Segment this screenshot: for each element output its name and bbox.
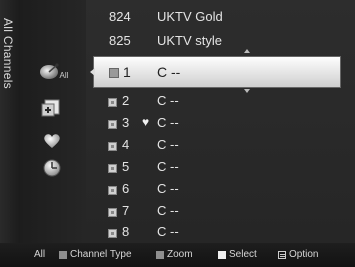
channel-number: 8 xyxy=(122,224,130,239)
channel-name: C -- xyxy=(157,115,179,130)
list-item[interactable]: 824 UKTV Gold xyxy=(86,7,355,29)
channel-number: 4 xyxy=(122,137,130,152)
channel-number: 6 xyxy=(122,181,130,196)
channel-type-icon xyxy=(108,164,117,173)
selected-channel-row[interactable]: 1 C -- xyxy=(93,56,341,88)
list-item[interactable]: 5 C -- xyxy=(86,157,355,179)
channel-name: C -- xyxy=(157,159,179,174)
channel-name: UKTV Gold xyxy=(157,9,223,24)
channel-number: 3 xyxy=(122,115,130,130)
channel-number: 7 xyxy=(122,203,130,218)
side-title: All Channels xyxy=(1,18,15,89)
bottom-help-bar: All Channel Type Zoom Select Option xyxy=(0,243,355,267)
list-item[interactable]: 2 C -- xyxy=(86,91,355,113)
zoom-hint[interactable]: Zoom xyxy=(156,249,193,260)
channel-type-icon xyxy=(108,142,117,151)
channel-number: 824 xyxy=(109,9,131,24)
clock-icon xyxy=(43,159,61,177)
all-mode-label: All xyxy=(59,70,69,80)
channel-type-icon xyxy=(108,98,117,107)
channel-name: C -- xyxy=(157,224,179,239)
gray-button-icon xyxy=(59,250,67,259)
channel-name: C -- xyxy=(157,93,179,108)
channel-list: 824 UKTV Gold 825 UKTV style 1 C -- 2 C … xyxy=(86,0,355,243)
select-button-icon xyxy=(218,250,226,259)
channel-type-icon xyxy=(108,186,117,195)
option-hint[interactable]: Option xyxy=(278,249,318,260)
all-channels-icon[interactable]: All xyxy=(28,58,78,84)
satellite-dish-icon xyxy=(39,63,59,79)
option-label: Option xyxy=(289,249,319,260)
list-item[interactable]: 8 C -- xyxy=(86,222,355,244)
channel-type-hint[interactable]: Channel Type xyxy=(59,249,132,260)
heart-icon xyxy=(44,134,60,148)
channel-number: 825 xyxy=(109,33,131,48)
mode-icon-column: All xyxy=(20,0,86,243)
side-title-strip: All Channels xyxy=(0,0,20,243)
scroll-up-icon xyxy=(244,49,250,53)
channel-name: C -- xyxy=(157,203,179,218)
all-hint[interactable]: All xyxy=(34,249,45,260)
list-item[interactable]: 3 ♥ C -- xyxy=(86,113,355,135)
channel-name: C -- xyxy=(157,181,179,196)
added-plus-icon xyxy=(41,99,60,117)
list-item[interactable]: 6 C -- xyxy=(86,179,355,201)
all-label: All xyxy=(34,249,46,260)
channel-name: C -- xyxy=(157,64,181,80)
programmed-clock-icon[interactable] xyxy=(32,154,72,180)
zoom-label: Zoom xyxy=(167,249,193,260)
select-hint[interactable]: Select xyxy=(218,249,257,260)
channel-number: 5 xyxy=(122,159,130,174)
list-item[interactable]: 4 C -- xyxy=(86,135,355,157)
channel-type-icon xyxy=(108,120,117,129)
channel-type-label: Channel Type xyxy=(70,249,132,260)
added-channels-icon[interactable] xyxy=(32,95,72,121)
list-item[interactable]: 7 C -- xyxy=(86,201,355,223)
channel-type-icon xyxy=(108,229,117,238)
channel-number: 2 xyxy=(122,93,130,108)
favourite-heart-icon[interactable] xyxy=(32,128,72,154)
favourite-heart-icon: ♥ xyxy=(142,115,150,129)
selection-pointer-icon xyxy=(90,68,95,76)
channel-type-icon xyxy=(109,68,119,78)
channel-type-icon xyxy=(108,208,117,217)
channel-list-screen: All Channels All 824 UKTV Gold 825 UKTV … xyxy=(0,0,355,267)
gray-button-icon xyxy=(156,250,164,259)
tools-button-icon xyxy=(278,250,286,259)
channel-name: UKTV style xyxy=(157,33,223,48)
channel-name: C -- xyxy=(157,137,179,152)
channel-number: 1 xyxy=(123,64,131,80)
select-label: Select xyxy=(229,249,257,260)
list-item[interactable]: 825 UKTV style xyxy=(86,31,355,53)
